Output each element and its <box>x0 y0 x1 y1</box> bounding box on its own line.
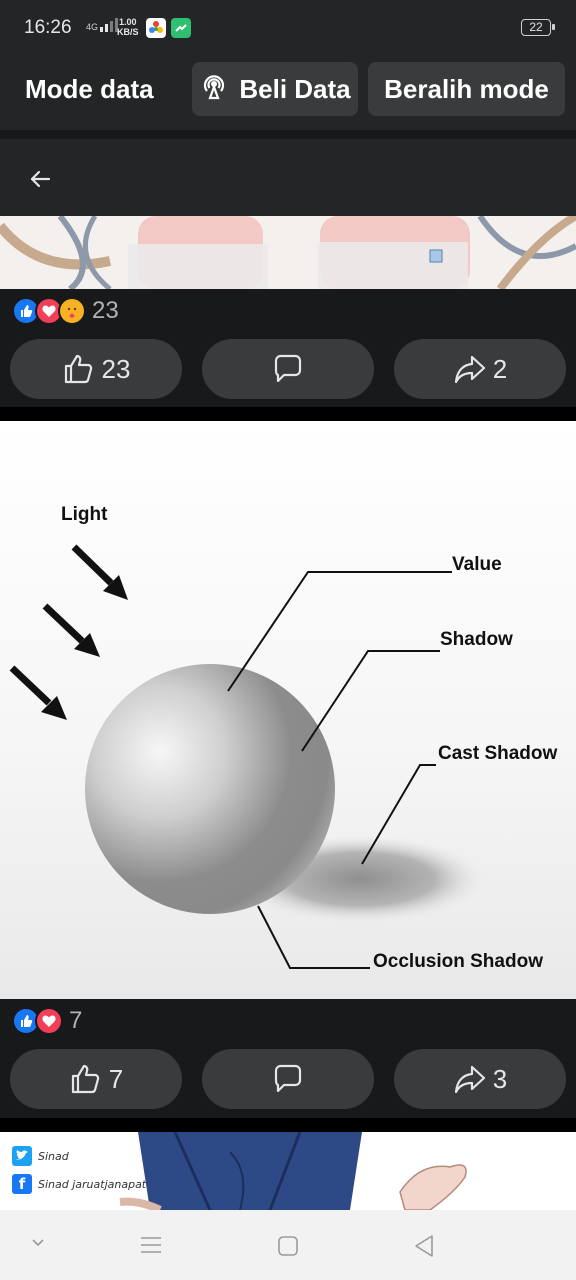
back-triangle-icon[interactable] <box>413 1234 435 1258</box>
post-divider <box>0 1118 576 1132</box>
twitter-credit: Sinad <box>12 1146 69 1166</box>
reaction-count: 23 <box>92 297 119 324</box>
share-arrow-icon <box>454 1065 485 1094</box>
share-count: 3 <box>492 1063 508 1094</box>
like-count: 7 <box>108 1063 124 1094</box>
twitter-handle: Sinad <box>38 1149 69 1163</box>
top-nav-bar <box>0 139 576 216</box>
post-image[interactable] <box>0 216 576 289</box>
twitter-icon <box>12 1146 32 1166</box>
status-time: 16:26 <box>24 17 72 38</box>
network-speed: 1.00 KB/S <box>117 17 139 37</box>
broadcast-icon <box>199 71 229 108</box>
app-notification-icon <box>171 18 191 38</box>
share-button[interactable]: 3 <box>394 1049 566 1109</box>
home-square-icon[interactable] <box>277 1235 299 1257</box>
signal-icon: 4G <box>86 18 119 32</box>
care-reaction-icon <box>58 297 86 325</box>
facebook-handle: Sinad jaruatjanapat <box>38 1177 147 1191</box>
love-reaction-icon <box>35 1007 63 1035</box>
post-divider <box>0 407 576 421</box>
thumbs-up-icon <box>64 354 92 384</box>
like-button[interactable]: 7 <box>10 1049 182 1109</box>
comment-icon <box>274 354 302 383</box>
post-image-shading-diagram[interactable]: Light Value Shadow Cast Shadow Occlusion… <box>0 421 576 999</box>
mode-data-title: Mode data <box>25 74 154 104</box>
back-arrow-icon[interactable] <box>26 165 54 193</box>
share-arrow-icon <box>454 355 485 384</box>
buy-data-label: Beli Data <box>239 73 351 104</box>
share-button[interactable]: 2 <box>394 339 566 399</box>
chevron-down-icon[interactable] <box>30 1234 46 1250</box>
comment-button[interactable] <box>202 339 374 399</box>
like-button[interactable]: 23 <box>10 339 182 399</box>
app-notification-icon <box>146 18 166 38</box>
reaction-summary[interactable]: 23 <box>12 296 119 326</box>
like-count: 23 <box>101 353 131 384</box>
system-navigation-bar <box>0 1210 576 1280</box>
label-cast-shadow: Cast Shadow <box>438 743 558 764</box>
label-shadow: Shadow <box>440 629 513 650</box>
network-type: 4G <box>86 22 99 32</box>
thumbs-up-icon <box>71 1064 99 1094</box>
share-count: 2 <box>492 353 508 384</box>
label-light: Light <box>61 504 108 525</box>
status-bar: 16:26 4G 1.00 KB/S 22 <box>0 0 576 56</box>
label-value: Value <box>452 554 502 575</box>
post-image[interactable]: Sinad f Sinad jaruatjanapat <box>0 1132 576 1210</box>
switch-mode-button[interactable]: Beralih mode <box>368 62 565 116</box>
reaction-count: 7 <box>69 1007 83 1034</box>
label-occlusion-shadow: Occlusion Shadow <box>373 951 543 972</box>
comment-button[interactable] <box>202 1049 374 1109</box>
data-mode-banner: Mode data Beli Data Beralih mode <box>0 56 576 130</box>
buy-data-button[interactable]: Beli Data <box>192 62 358 116</box>
comment-icon <box>274 1064 302 1093</box>
facebook-icon: f <box>12 1174 32 1194</box>
battery-icon: 22 <box>521 19 555 36</box>
recents-menu-icon[interactable] <box>140 1235 162 1255</box>
reaction-summary[interactable]: 7 <box>12 1006 82 1036</box>
switch-mode-label: Beralih mode <box>384 73 549 104</box>
facebook-credit: f Sinad jaruatjanapat <box>12 1174 146 1194</box>
